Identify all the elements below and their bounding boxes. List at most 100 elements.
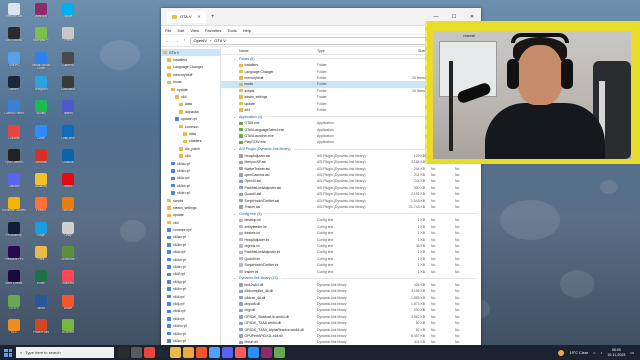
tree-item[interactable]: update — [161, 86, 220, 93]
tree-item[interactable]: x64i.rpf — [161, 293, 220, 300]
desktop-icon[interactable]: Notepad++ — [29, 26, 53, 52]
taskbar-search[interactable]: ⌕ Type here to search — [16, 347, 114, 358]
back-icon[interactable]: ← — [165, 38, 170, 44]
tree-item[interactable]: x64 — [161, 93, 220, 100]
desktop-icon[interactable]: Visual Studio Code — [29, 51, 53, 77]
network-icon[interactable]: ⌂ — [593, 351, 595, 355]
taskbar-app-icon[interactable] — [209, 347, 220, 358]
tree-item[interactable]: update.rpf — [161, 116, 220, 123]
tree-item[interactable]: x64c.rpf — [161, 249, 220, 256]
desktop-icon[interactable]: Premiere Pro — [2, 245, 26, 271]
taskbar-app-icon[interactable] — [157, 347, 168, 358]
tree-item[interactable]: x64f.rpf — [161, 271, 220, 278]
tab-gta-v[interactable]: GTA V ✕ — [167, 10, 206, 23]
tree-item[interactable]: scripts — [161, 197, 220, 204]
up-icon[interactable]: ↑ — [183, 38, 186, 44]
desktop-icon[interactable]: Valorant — [56, 269, 80, 295]
tree-item[interactable]: data — [161, 101, 220, 108]
desktop-icon[interactable]: This PC — [2, 51, 26, 77]
tree-item[interactable]: x64 — [161, 152, 220, 159]
taskbar-app-icon[interactable] — [274, 347, 285, 358]
taskbar-app-icon[interactable] — [196, 347, 207, 358]
desktop-icon[interactable]: OneDrive — [56, 124, 80, 150]
menu-item-file[interactable]: File — [165, 28, 171, 33]
desktop-icon[interactable]: WinRAR — [29, 2, 53, 28]
desktop-icon[interactable]: Steam — [2, 75, 26, 101]
taskbar-app-icon[interactable] — [131, 347, 142, 358]
desktop-icon[interactable]: Chrome — [2, 124, 26, 150]
desktop-icon[interactable]: Files — [29, 245, 53, 271]
desktop-icon[interactable]: Spotify — [29, 99, 53, 125]
tree-item[interactable]: dlcpacks — [161, 108, 220, 115]
tree-item[interactable]: x64h.rpf — [161, 286, 220, 293]
desktop-icon[interactable]: Edge — [29, 221, 53, 247]
tree-item[interactable]: Installers — [161, 56, 220, 63]
desktop-icon[interactable]: Zoom — [29, 124, 53, 150]
desktop-icon[interactable]: Word — [29, 294, 53, 320]
desktop-icon[interactable]: Minecraft — [56, 245, 80, 271]
taskbar-app-icon[interactable] — [235, 347, 246, 358]
add-tab-button[interactable]: + — [211, 14, 215, 20]
tree-item[interactable]: x64a.rpf — [161, 234, 220, 241]
desktop-icon[interactable]: GTA V — [2, 294, 26, 320]
tree-item[interactable]: common — [161, 123, 220, 130]
tree-item[interactable]: x64a.rpf — [161, 160, 220, 167]
desktop-icon[interactable]: Blender — [56, 196, 80, 222]
desktop-icon[interactable]: Acrobat — [29, 148, 53, 174]
tree-item[interactable]: x64m.rpf — [161, 322, 220, 329]
taskbar-app-icon[interactable] — [170, 347, 181, 358]
tree-item[interactable]: mercury\buff — [161, 71, 220, 78]
weather-icon[interactable] — [558, 349, 565, 356]
weather-text[interactable]: 19°C Clear — [569, 351, 588, 355]
column-size[interactable]: Size — [393, 49, 425, 53]
taskbar-app-icon[interactable] — [183, 347, 194, 358]
tree-item[interactable]: x64 — [161, 219, 220, 226]
desktop-icon[interactable]: Audacity — [29, 172, 53, 198]
menu-item-tools[interactable]: Tools — [227, 28, 236, 33]
desktop-icon[interactable]: Discord — [2, 172, 26, 198]
tree-item[interactable]: x64c.rpf — [161, 175, 220, 182]
menu-item-edit[interactable]: Edit — [177, 28, 184, 33]
desktop-icon[interactable]: Brave — [56, 294, 80, 320]
taskbar-app-icon[interactable] — [248, 347, 259, 358]
close-icon[interactable]: ✕ — [197, 14, 200, 19]
notification-icon[interactable]: ▭ — [630, 350, 634, 355]
desktop-icon[interactable]: Photoshop — [2, 221, 26, 247]
desktop-icon[interactable]: OBS Studio — [2, 26, 26, 52]
tree-item[interactable]: x64d.rpf — [161, 256, 220, 263]
minimize-button[interactable]: — — [427, 14, 445, 20]
tree-item[interactable]: Language Changer — [161, 64, 220, 71]
tree-item[interactable]: x64g.rpf — [161, 278, 220, 285]
start-button[interactable] — [0, 345, 16, 360]
tree-item[interactable]: x64e.rpf — [161, 189, 220, 196]
desktop-icon[interactable]: After Effects — [2, 269, 26, 295]
column-type[interactable]: Type — [317, 49, 393, 53]
address-bar[interactable]: OpenIV › GTA V — [189, 36, 438, 45]
desktop-icon[interactable]: Rockstar Games — [2, 196, 26, 222]
tree-item[interactable]: x64j.rpf — [161, 300, 220, 307]
tree-item[interactable]: shaders — [161, 138, 220, 145]
group-header[interactable]: ⌄ Config text (9) — [221, 210, 481, 217]
forward-icon[interactable]: → — [174, 38, 179, 44]
desktop-icon[interactable]: Calculator — [56, 75, 80, 101]
maximize-button[interactable]: ☐ — [445, 14, 463, 20]
desktop-icon[interactable]: Unity — [56, 221, 80, 247]
desktop-icon[interactable]: Recycle Bin — [2, 2, 26, 28]
navigation-tree[interactable]: GTA V Installers Language Changer mercury\b… — [161, 47, 221, 348]
tree-item[interactable]: common.rpf — [161, 226, 220, 233]
tree-item[interactable]: x64b.rpf — [161, 167, 220, 174]
taskbar-app-icon[interactable] — [261, 347, 272, 358]
tree-item[interactable]: x64l.rpf — [161, 315, 220, 322]
clock[interactable]: 06:00 10-11-2023 — [607, 348, 625, 356]
column-name[interactable]: Name — [221, 49, 317, 53]
tree-item[interactable]: mods — [161, 79, 220, 86]
desktop-icon[interactable]: PowerPoint — [29, 318, 53, 344]
desktop-icon[interactable]: Skype — [56, 2, 80, 28]
desktop-icon[interactable]: Camera — [56, 51, 80, 77]
tree-item[interactable]: data — [161, 130, 220, 137]
taskbar-app-icon[interactable] — [144, 347, 155, 358]
tree-item[interactable]: dlc_patch — [161, 145, 220, 152]
group-header[interactable]: ⌄ Dynamic-link library (15) — [221, 275, 481, 282]
desktop-icon[interactable]: Teams — [56, 99, 80, 125]
tree-item[interactable]: GTA V — [161, 49, 220, 57]
